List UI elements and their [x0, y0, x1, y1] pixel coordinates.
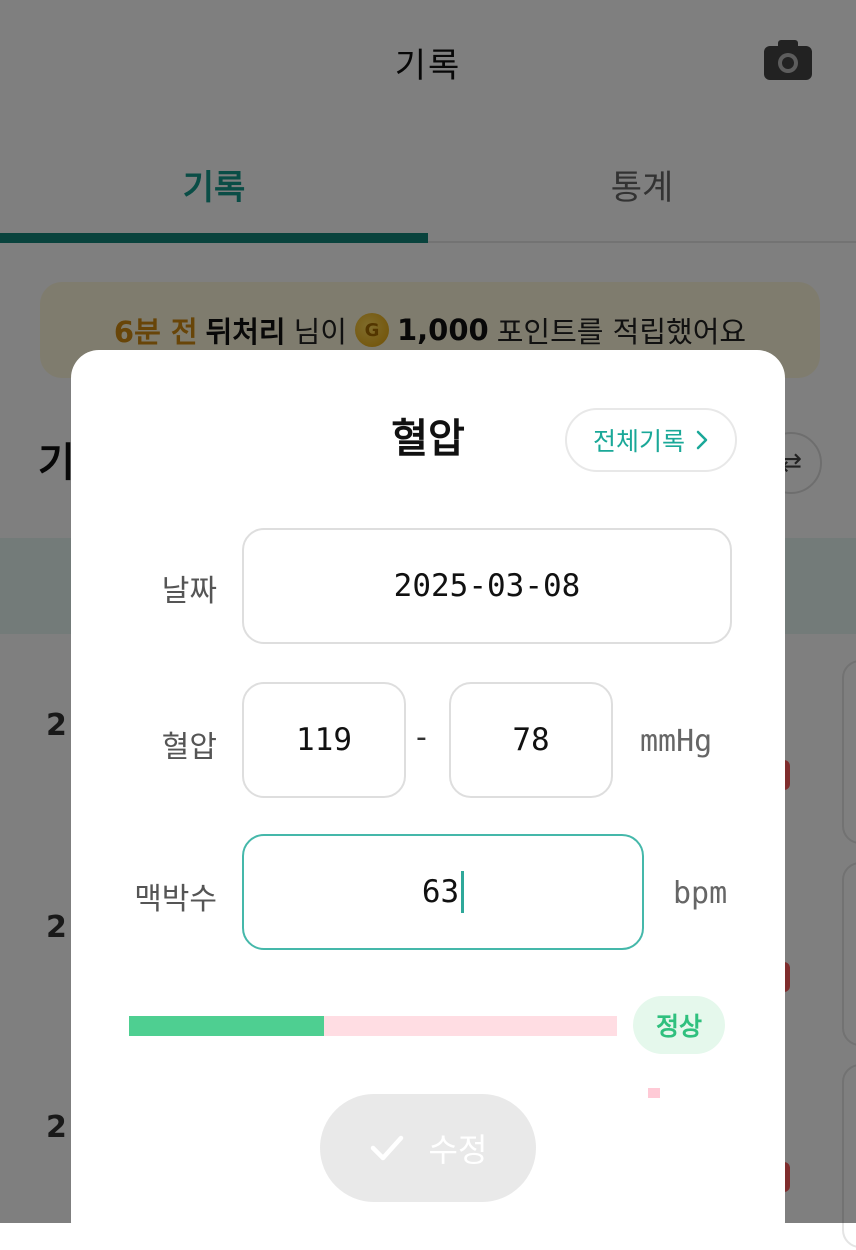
status-badge: 정상 [633, 996, 725, 1054]
date-label: 날짜 [161, 574, 217, 609]
gauge-marker [648, 1088, 660, 1098]
pulse-input[interactable]: 63 [242, 834, 644, 950]
systolic-input[interactable]: 119 [242, 682, 406, 798]
submit-label: 수정 [428, 1131, 488, 1169]
bp-status-gauge-fill [129, 1016, 325, 1036]
all-records-label: 전체기록 [592, 427, 685, 456]
check-icon [370, 1135, 403, 1161]
pulse-unit: bpm [673, 876, 728, 911]
diastolic-input[interactable]: 78 [449, 682, 613, 798]
date-field[interactable]: 2025-03-08 [242, 528, 732, 644]
bp-unit: mmHg [640, 724, 713, 759]
submit-button[interactable]: 수정 [320, 1094, 536, 1202]
chevron-right-icon [696, 430, 708, 450]
pulse-value: 63 [421, 874, 460, 910]
blood-pressure-label: 혈압 [161, 730, 217, 765]
bp-status-gauge [129, 1016, 617, 1036]
pulse-label: 맥박수 [134, 882, 217, 917]
systolic-value: 119 [296, 722, 352, 758]
text-caret [461, 871, 465, 913]
all-records-button[interactable]: 전체기록 [565, 408, 737, 472]
diastolic-value: 78 [512, 722, 550, 758]
blood-pressure-modal: 혈압 전체기록 날짜 2025-03-08 혈압 119 - 78 mmHg 맥… [71, 350, 785, 1250]
bp-separator: - [416, 720, 427, 755]
date-value: 2025-03-08 [393, 568, 581, 604]
